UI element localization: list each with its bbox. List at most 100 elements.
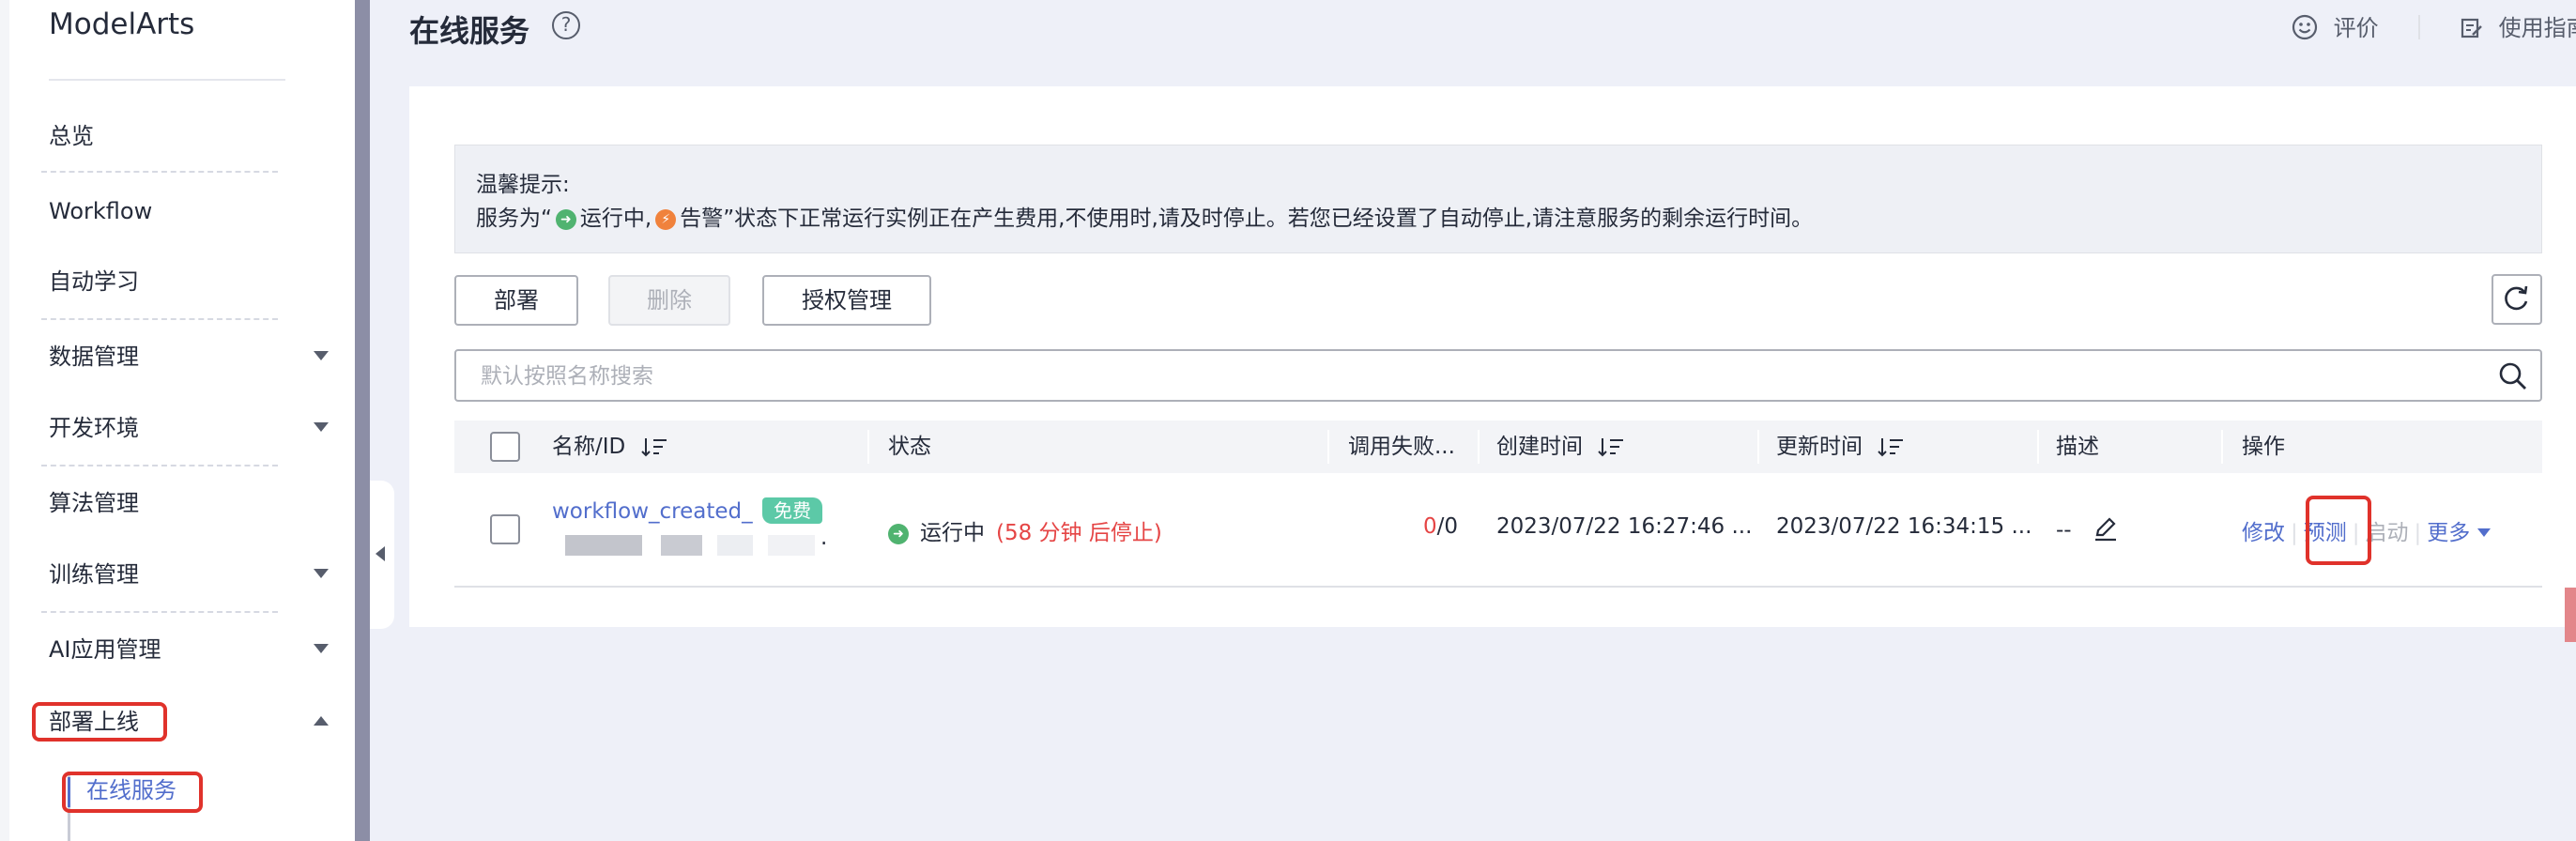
sidebar-item-label: 开发环境 (49, 415, 139, 441)
status-note: (58 分钟 后停止) (996, 521, 1162, 545)
start-link[interactable]: 启动 (2366, 521, 2409, 545)
nav-divider (41, 171, 278, 173)
redacted-id (768, 535, 815, 556)
column-separator (1478, 430, 1480, 464)
column-header-created[interactable]: 创建时间 (1496, 420, 1625, 473)
sort-icon[interactable] (640, 436, 668, 458)
running-status-icon: ➜ (888, 523, 909, 544)
notice-body: 服务为“ ➜ 运行中, ⚡ 告警”状态下正常运行实例正在产生费用,不使用时,请及时停止。… (476, 200, 1813, 232)
chevron-down-icon (314, 644, 329, 653)
table-row: workflow_created_ 免费 . ➜ 运行中 (58 分钟 后停止) 0… (454, 473, 2542, 588)
redacted-id (565, 535, 642, 556)
search-icon[interactable] (2497, 360, 2529, 392)
smile-icon (2292, 14, 2318, 40)
fail-count-cell: 0/0 (1423, 514, 1458, 539)
column-separator (2037, 430, 2039, 464)
sidebar-item-overview[interactable]: 总览 (49, 114, 329, 159)
sidebar-item-auto-learning[interactable]: 自动学习 (49, 259, 329, 304)
action-separator: | (2414, 521, 2422, 545)
column-header-updated[interactable]: 更新时间 (1776, 420, 1905, 473)
running-status-icon: ➜ (555, 208, 576, 230)
notice-panel: 温馨提示: 服务为“ ➜ 运行中, ⚡ 告警”状态下正常运行实例正在产生费用,不使用时,… (454, 145, 2542, 253)
service-id-tail: . (820, 526, 828, 550)
sort-icon[interactable] (1597, 436, 1625, 458)
description-text: -- (2056, 518, 2072, 543)
highlight-box (62, 772, 203, 813)
column-separator (867, 430, 869, 464)
column-label: 创建时间 (1496, 435, 1583, 459)
nav-divider (41, 465, 278, 466)
column-header-actions: 操作 (2242, 435, 2285, 459)
notice-title: 温馨提示: (476, 173, 570, 197)
column-label: 更新时间 (1776, 435, 1863, 459)
edge-widget[interactable] (2565, 588, 2576, 642)
auth-management-button[interactable]: 授权管理 (762, 275, 931, 326)
service-name-link[interactable]: workflow_created_ (552, 499, 753, 524)
status-cell: ➜ 运行中 (58 分钟 后停止) (888, 514, 1162, 546)
description-cell: -- (2056, 514, 2120, 543)
modify-link[interactable]: 修改 (2242, 521, 2285, 545)
edit-icon[interactable] (2092, 514, 2120, 543)
sidebar-item-ai-app[interactable]: AI应用管理 (49, 627, 329, 672)
column-header-fail: 调用失败... (1348, 435, 1455, 459)
highlight-box (2306, 496, 2371, 565)
refresh-icon (2505, 285, 2528, 311)
sidebar-item-training[interactable]: 训练管理 (49, 552, 329, 597)
edit-doc-icon (2461, 18, 2482, 38)
search-input[interactable] (479, 359, 2454, 394)
sidebar-divider (355, 0, 370, 841)
chevron-up-icon (314, 716, 329, 726)
sidebar-item-dev-env[interactable]: 开发环境 (49, 405, 329, 451)
column-separator (1757, 430, 1759, 464)
sidebar: ModelArts 总览 Workflow 自动学习 数据管理 开发环境 算法管… (0, 0, 355, 841)
column-header-status: 状态 (888, 435, 931, 459)
brand-divider (49, 79, 285, 81)
free-badge: 免费 (762, 497, 822, 524)
sort-icon[interactable] (1877, 436, 1905, 458)
column-separator (1327, 430, 1329, 464)
column-label: 名称/ID (552, 435, 626, 459)
rate-label: 评价 (2333, 15, 2379, 41)
row-checkbox[interactable] (490, 514, 520, 544)
notice-prefix: 服务为“ (476, 206, 552, 231)
action-separator: | (2291, 521, 2298, 545)
deploy-button[interactable]: 部署 (454, 275, 578, 326)
more-label: 更多 (2427, 521, 2471, 545)
sidebar-collapse-toggle[interactable] (370, 481, 394, 629)
chevron-down-icon (2477, 528, 2492, 537)
column-header-name[interactable]: 名称/ID (552, 420, 668, 473)
table-header: 名称/ID 状态 调用失败... 创建时间 更新时间 描述 操作 (454, 420, 2542, 473)
brand-title: ModelArts (49, 8, 195, 41)
created-time: 2023/07/22 16:27:46 ... (1496, 514, 1753, 539)
sidebar-item-workflow[interactable]: Workflow (49, 189, 329, 234)
chevron-down-icon (314, 569, 329, 578)
status-text: 运行中 (920, 521, 985, 545)
guide-label: 使用指南 (2498, 15, 2576, 41)
select-all-checkbox[interactable] (490, 432, 520, 462)
highlight-box (32, 702, 167, 742)
sidebar-item-data-management[interactable]: 数据管理 (49, 334, 329, 379)
chevron-left-icon (376, 546, 385, 561)
guide-link[interactable]: 使用指南 (2460, 9, 2576, 42)
column-separator (2221, 430, 2223, 464)
refresh-button[interactable] (2492, 274, 2542, 325)
total-count: /0 (1436, 514, 1459, 539)
notice-alarm: 告警 (680, 206, 724, 231)
chevron-down-icon (314, 351, 329, 360)
sidebar-item-algorithm[interactable]: 算法管理 (49, 481, 329, 526)
rate-link[interactable]: 评价 (2291, 9, 2379, 42)
alarm-status-icon: ⚡ (655, 208, 677, 230)
delete-button[interactable]: 删除 (608, 275, 730, 326)
chevron-down-icon (314, 422, 329, 432)
help-icon[interactable]: ? (552, 11, 580, 39)
column-header-desc: 描述 (2056, 435, 2099, 459)
sidebar-edge (0, 0, 9, 841)
nav-divider (41, 611, 278, 613)
sidebar-item-label: 数据管理 (49, 344, 139, 370)
redacted-id (661, 535, 702, 556)
fail-count: 0 (1423, 514, 1437, 539)
more-dropdown[interactable]: 更多 (2427, 521, 2492, 545)
sidebar-item-label: 训练管理 (49, 561, 139, 588)
sidebar-item-label: AI应用管理 (49, 636, 161, 663)
header-separator (2418, 15, 2420, 39)
